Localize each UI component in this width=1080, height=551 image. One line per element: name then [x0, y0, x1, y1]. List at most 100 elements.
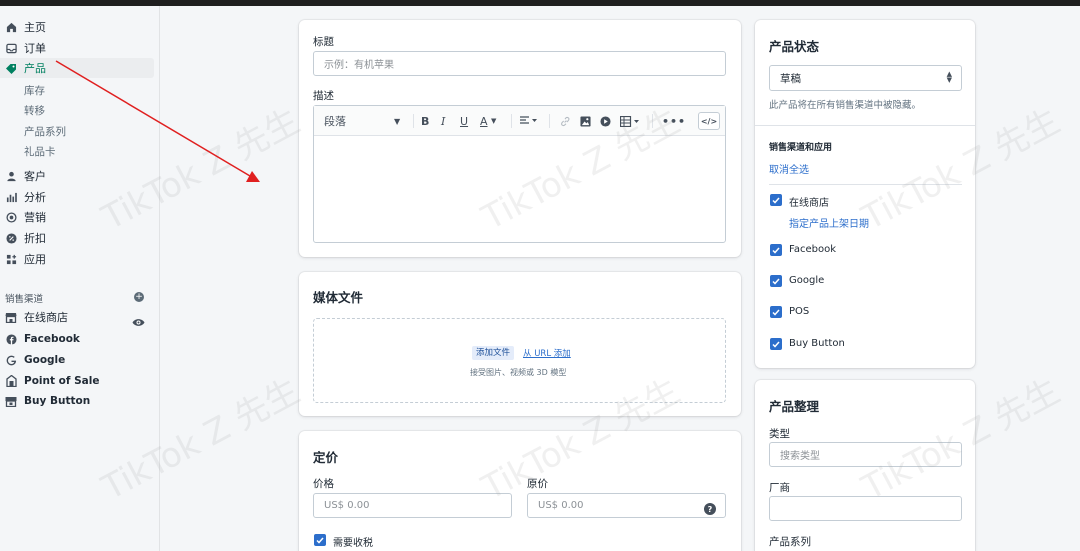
sidebar-item-label: 营销 — [24, 211, 46, 224]
link-icon[interactable] — [560, 106, 571, 136]
apps-icon — [5, 253, 17, 265]
svg-text:?: ? — [708, 505, 713, 514]
sidebar-item-label: 应用 — [24, 253, 46, 266]
sales-channels-heading: 销售渠道 — [5, 294, 44, 305]
pos-icon — [5, 375, 17, 387]
channel-pos-checkbox[interactable] — [770, 306, 782, 318]
help-icon[interactable]: ? — [704, 500, 716, 519]
sidebar-item-orders[interactable]: 订单 — [0, 38, 154, 58]
channels-apps-heading: 销售渠道和应用 — [769, 143, 833, 153]
sidebar-item-apps[interactable]: 应用 — [0, 249, 154, 269]
sidebar-item-label: Facebook — [24, 333, 80, 345]
product-organization-title: 产品整理 — [769, 399, 820, 414]
type-search-input[interactable]: 搜索类型 — [769, 442, 962, 467]
channel-buy-button-checkbox[interactable] — [770, 338, 782, 350]
target-icon — [5, 211, 17, 223]
section-divider — [755, 125, 975, 126]
inbox-icon — [5, 42, 17, 54]
type-label: 类型 — [769, 428, 790, 440]
sidebar-item-label: 分析 — [24, 191, 46, 204]
sidebar-channel-google[interactable]: Google — [0, 350, 154, 370]
add-channel-icon[interactable]: + — [134, 292, 144, 302]
align-icon[interactable] — [520, 106, 538, 136]
channel-facebook-label: Facebook — [789, 244, 836, 255]
facebook-icon — [5, 333, 17, 345]
product-status-card: 产品状态 草稿 ▲ ▼ 此产品将在所有销售渠道中被隐藏。 销售渠道和应用 取消全选… — [755, 20, 975, 368]
sidebar-item-label: 折扣 — [24, 232, 46, 245]
vendor-label: 厂商 — [769, 482, 790, 494]
store-icon — [5, 311, 17, 323]
sidebar-item-label: Google — [24, 354, 66, 366]
checkmark-icon — [316, 537, 324, 544]
deselect-all-link[interactable]: 取消全选 — [769, 161, 809, 176]
underline-icon[interactable]: U — [460, 106, 468, 136]
sidebar-channel-buy-button[interactable]: Buy Button — [0, 391, 154, 411]
toolbar-divider — [413, 114, 414, 128]
sidebar-item-label: 产品 — [24, 62, 46, 75]
sidebar-item-customers[interactable]: 客户 — [0, 166, 154, 186]
channel-buy-button-label: Buy Button — [789, 338, 845, 349]
sidebar-item-analytics[interactable]: 分析 — [0, 187, 154, 207]
product-organization-card: 产品整理 类型 搜索类型 厂商 产品系列 — [755, 380, 975, 551]
sidebar-item-label: Point of Sale — [24, 375, 100, 387]
compare-price-input[interactable]: US$ 0.00 — [527, 493, 726, 518]
sidebar-item-label: Buy Button — [24, 395, 91, 407]
google-icon — [5, 354, 17, 366]
sidebar-item-label: 主页 — [24, 21, 46, 34]
html-code-icon[interactable]: </> — [698, 106, 720, 136]
title-description-card: 标题 示例：有机苹果 描述 段落 ▼ B I U A ▼ ••• </> — [299, 20, 741, 257]
channel-google-label: Google — [789, 275, 825, 286]
image-icon[interactable] — [580, 106, 591, 136]
status-select[interactable]: 草稿 ▲ ▼ — [769, 65, 962, 91]
sidebar-item-discounts[interactable]: 折扣 — [0, 228, 154, 248]
title-input[interactable]: 示例：有机苹果 — [313, 51, 726, 76]
italic-icon[interactable]: I — [441, 106, 445, 136]
more-icon[interactable]: ••• — [662, 106, 686, 136]
sidebar-item-label: 客户 — [24, 170, 46, 183]
sidebar-item-home[interactable]: 主页 — [0, 17, 154, 37]
price-input[interactable]: US$ 0.00 — [313, 493, 512, 518]
toolbar-divider — [511, 114, 512, 128]
sidebar-subitem-inventory[interactable]: 库存 — [24, 83, 45, 98]
bar-chart-icon — [5, 191, 17, 203]
price-label: 价格 — [313, 478, 334, 490]
editor-toolbar: 段落 ▼ B I U A ▼ ••• </> — [314, 106, 725, 136]
charge-tax-checkbox[interactable] — [314, 534, 326, 546]
bold-icon[interactable]: B — [421, 106, 429, 136]
description-label: 描述 — [313, 90, 334, 102]
media-card: 媒体文件 添加文件 从 URL 添加 接受图片、视频或 3D 模型 — [299, 272, 741, 416]
sidebar: 主页 订单 产品 库存 转移 产品系列 礼品卡 客户 分析 营销 折扣 应用 销… — [0, 6, 160, 551]
channel-facebook-checkbox[interactable] — [770, 244, 782, 256]
schedule-availability-link[interactable]: 指定产品上架日期 — [789, 215, 869, 230]
table-icon[interactable] — [620, 106, 640, 136]
sidebar-item-products[interactable]: 产品 — [0, 58, 154, 78]
home-icon — [5, 21, 17, 33]
add-from-url-link[interactable]: 从 URL 添加 — [523, 347, 571, 359]
sidebar-channel-online-store[interactable]: 在线商店 — [0, 307, 154, 327]
select-arrows-icon: ▲ ▼ — [946, 70, 952, 84]
media-dropzone[interactable]: 添加文件 从 URL 添加 接受图片、视频或 3D 模型 — [313, 318, 726, 403]
channel-online-store-checkbox[interactable] — [770, 194, 782, 206]
sidebar-item-marketing[interactable]: 营销 — [0, 207, 154, 227]
sidebar-channel-facebook[interactable]: Facebook — [0, 329, 154, 349]
sidebar-subitem-transfers[interactable]: 转移 — [24, 103, 45, 118]
sidebar-subitem-gift-cards[interactable]: 礼品卡 — [24, 144, 56, 159]
text-color-icon[interactable]: A ▼ — [480, 106, 496, 136]
section-divider — [769, 184, 962, 185]
compare-price-label: 原价 — [527, 478, 548, 490]
sidebar-subitem-collections[interactable]: 产品系列 — [24, 124, 66, 139]
sidebar-channel-pos[interactable]: Point of Sale — [0, 371, 154, 391]
add-file-button[interactable]: 添加文件 — [472, 346, 515, 360]
product-status-title: 产品状态 — [769, 39, 820, 54]
title-label: 标题 — [313, 36, 334, 48]
vendor-input[interactable] — [769, 496, 962, 521]
paragraph-format-select[interactable]: 段落 — [324, 106, 404, 136]
video-icon[interactable] — [600, 106, 611, 136]
description-textarea[interactable] — [314, 136, 725, 242]
toolbar-divider — [652, 114, 653, 128]
channel-google-checkbox[interactable] — [770, 275, 782, 287]
media-title: 媒体文件 — [313, 290, 364, 305]
sidebar-item-label: 订单 — [24, 42, 46, 55]
description-editor: 段落 ▼ B I U A ▼ ••• </> — [313, 105, 726, 243]
checkmark-icon — [772, 197, 780, 204]
